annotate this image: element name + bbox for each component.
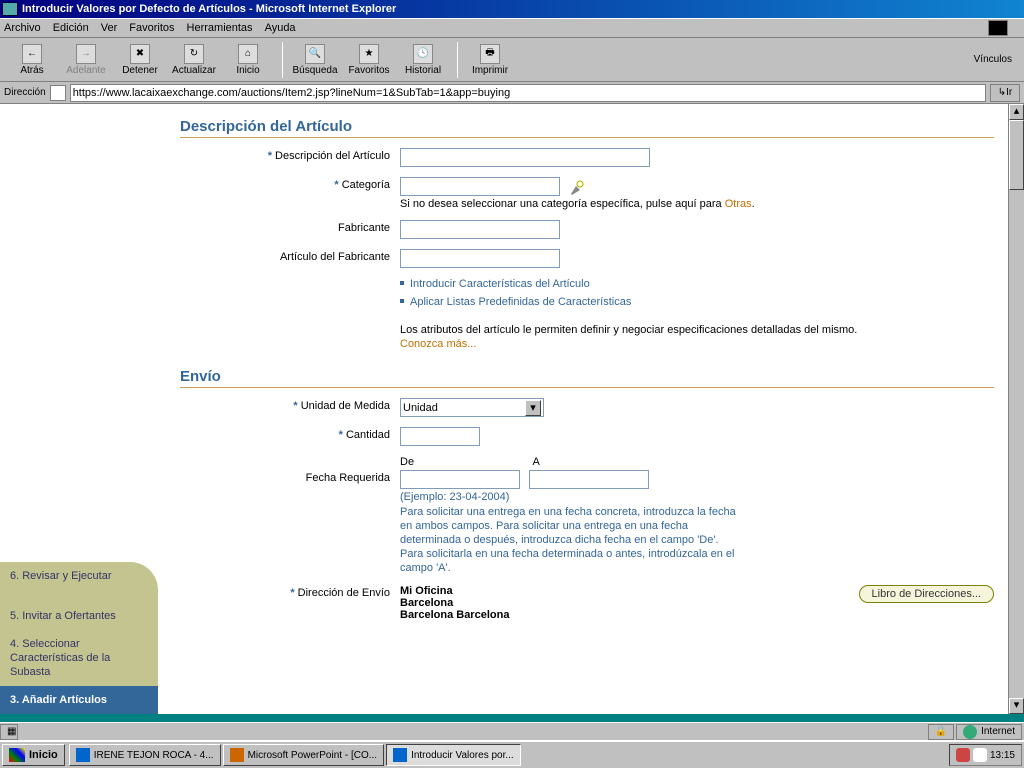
search-button[interactable]: 🔍Búsqueda [289,44,341,76]
attr-text: Los atributos del artículo le permiten d… [400,324,857,336]
system-tray[interactable]: 13:15 [949,744,1022,766]
globe-icon [963,725,977,739]
start-button[interactable]: Inicio [2,744,65,766]
label-cantidad: Cantidad [346,429,390,441]
label-de: De [400,456,530,468]
envio-line2: Barcelona [400,597,859,609]
toolbar: ←Atrás →Adelante ✖Detener ↻Actualizar ⌂I… [0,38,1024,82]
link-conozca[interactable]: Conozca más... [400,338,476,350]
menu-ver[interactable]: Ver [101,22,118,34]
status-zone: Internet [956,724,1022,740]
label-unidad: Unidad de Medida [301,400,390,412]
stop-button[interactable]: ✖Detener [114,44,166,76]
label-a: A [532,456,539,468]
home-button[interactable]: ⌂Inicio [222,44,274,76]
task-irene[interactable]: IRENE TEJON ROCA - 4... [69,744,221,766]
date-help-1: Para solicitar una entrega en una fecha … [400,505,994,519]
chevron-down-icon[interactable]: ▾ [525,400,541,416]
step-5[interactable]: 5. Invitar a Ofertantes [0,602,158,630]
input-cantidad[interactable] [400,427,480,446]
page-viewport: 6. Revisar y Ejecutar 5. Invitar a Ofert… [0,104,1024,714]
input-fabricante[interactable] [400,220,560,239]
scrollbar[interactable]: ▴ ▾ [1008,104,1024,714]
refresh-button[interactable]: ↻Actualizar [168,44,220,76]
step-6[interactable]: 6. Revisar y Ejecutar [0,562,158,602]
task-ie-active[interactable]: Introducir Valores por... [386,744,521,766]
windows-icon [9,748,25,762]
input-art-fab[interactable] [400,249,560,268]
btn-libro-direcciones[interactable]: Libro de Direcciones... [859,585,994,603]
taskbar: Inicio IRENE TEJON ROCA - 4... Microsoft… [0,740,1024,768]
address-label: Dirección [4,87,46,98]
form-content: Descripción del Artículo * Descripción d… [170,104,1004,714]
select-unidad[interactable]: Unidad▾ [400,398,544,417]
section-envio: Envío [180,368,994,388]
window-titlebar: Introducir Valores por Defecto de Artícu… [0,0,1024,18]
flashlight-icon[interactable] [569,178,587,196]
cat-hint: Si no desea seleccionar una categoría es… [400,198,725,210]
label-fecha: Fecha Requerida [306,472,390,484]
date-help-5: campo 'A'. [400,561,994,575]
back-button[interactable]: ←Atrás [6,44,58,76]
tray-icon-1[interactable] [956,748,970,762]
envio-line3: Barcelona Barcelona [400,609,859,621]
address-input[interactable] [70,84,986,102]
scroll-up-button[interactable]: ▴ [1009,104,1024,120]
status-icon: ▦ [0,724,18,740]
status-bar: ▦ 🔒 Internet [0,722,1024,740]
menu-ayuda[interactable]: Ayuda [265,22,296,34]
status-lock-icon: 🔒 [928,724,954,740]
date-help-2: en ambos campos. Para solicitar una entr… [400,519,994,533]
envio-line1: Mi Oficina [400,585,859,597]
wizard-sidebar: 6. Revisar y Ejecutar 5. Invitar a Ofert… [0,562,158,714]
go-button[interactable]: ↳ Ir [990,84,1020,102]
address-bar: Dirección ↳ Ir [0,82,1024,104]
print-button[interactable]: 🖶Imprimir [464,44,516,76]
tray-icon-2[interactable] [973,748,987,762]
label-categoria: Categoría [342,179,390,191]
section-descripcion: Descripción del Artículo [180,118,994,138]
menu-edicion[interactable]: Edición [53,22,89,34]
step-3-active[interactable]: 3. Añadir Artículos [0,686,158,714]
link-caracteristicas[interactable]: Introducir Características del Artículo [400,278,590,290]
menu-herramientas[interactable]: Herramientas [187,22,253,34]
ie-logo-icon [988,20,1008,36]
label-art-fab: Artículo del Fabricante [280,251,390,263]
menu-bar: Archivo Edición Ver Favoritos Herramient… [0,18,1024,38]
clock: 13:15 [990,750,1015,761]
scroll-thumb[interactable] [1009,120,1024,190]
input-descripcion[interactable] [400,148,650,167]
label-descripcion: Descripción del Artículo [275,150,390,162]
links-label[interactable]: Vínculos [968,54,1018,65]
date-help-3: determinada o después, introduzca dicha … [400,533,994,547]
input-categoria[interactable] [400,177,560,196]
label-fabricante: Fabricante [338,222,390,234]
link-listas[interactable]: Aplicar Listas Predefinidas de Caracterí… [400,296,631,308]
forward-button: →Adelante [60,44,112,76]
ie-icon [2,2,18,16]
input-fecha-de[interactable] [400,470,520,489]
history-button[interactable]: 🕓Historial [397,44,449,76]
menu-favoritos[interactable]: Favoritos [129,22,174,34]
example-date: (Ejemplo: 23-04-2004) [400,491,994,503]
date-help-4: Para solicitarla en una fecha determinad… [400,547,994,561]
link-otras[interactable]: Otras [725,198,752,210]
label-dir-envio: Dirección de Envío [298,587,390,599]
step-4[interactable]: 4. Seleccionar Características de la Sub… [0,630,158,686]
scroll-down-button[interactable]: ▾ [1009,698,1024,714]
input-fecha-a[interactable] [529,470,649,489]
window-title: Introducir Valores por Defecto de Artícu… [22,3,396,15]
page-icon [50,85,66,101]
task-powerpoint[interactable]: Microsoft PowerPoint - [CO... [223,744,384,766]
favorites-button[interactable]: ★Favoritos [343,44,395,76]
menu-archivo[interactable]: Archivo [4,22,41,34]
